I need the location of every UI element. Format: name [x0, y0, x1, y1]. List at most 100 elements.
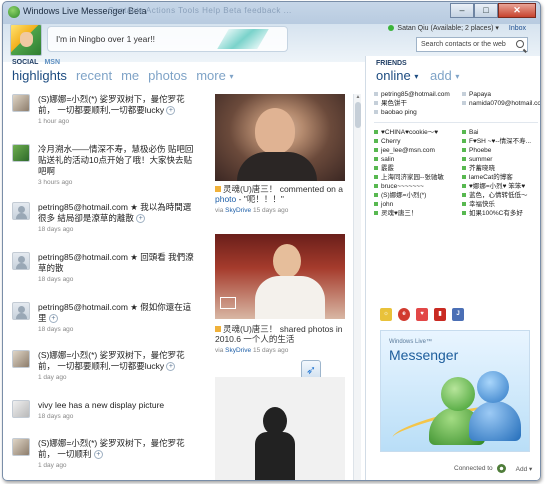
messenger-buddy-green-head: [441, 377, 475, 411]
contact-item[interactable]: salin: [374, 155, 458, 164]
contact-avatar[interactable]: [12, 94, 30, 112]
contact-item[interactable]: Phoebe: [462, 146, 540, 155]
heart-icon[interactable]: ♥: [416, 308, 428, 321]
contact-item[interactable]: 幸福快乐: [462, 200, 540, 209]
shared-photo[interactable]: [215, 377, 345, 480]
tab-more[interactable]: more ▾: [196, 68, 233, 83]
photo-subject-body: [255, 432, 295, 480]
story-photo-link[interactable]: photo: [215, 194, 236, 204]
contact-avatar[interactable]: [12, 350, 30, 368]
contact-avatar[interactable]: [12, 202, 30, 220]
tab-msn[interactable]: MSN: [44, 59, 60, 66]
contact-item[interactable]: Bai: [462, 128, 540, 137]
photo-subject: [263, 407, 287, 435]
contact-item[interactable]: petring85@hotmail.com: [374, 90, 458, 99]
tab-social[interactable]: SOCIAL: [12, 59, 38, 66]
contact-item[interactable]: 果色饼干: [374, 99, 458, 108]
search-input[interactable]: Search contacts or the web: [416, 37, 528, 52]
contact-avatar[interactable]: [12, 302, 30, 320]
contact-item[interactable]: ♥娜娜=小烈♥ 笨笨♥: [462, 182, 540, 191]
expand-icon[interactable]: +: [166, 106, 176, 116]
contact-avatar[interactable]: [12, 144, 30, 162]
bubble-icon[interactable]: e: [398, 308, 410, 321]
contact-item[interactable]: baobao ping: [374, 108, 458, 117]
tab-me[interactable]: me: [121, 68, 139, 83]
contact-item[interactable]: 霰霰: [374, 164, 458, 173]
photo-subject: [255, 108, 295, 154]
feed-text: 冷月溯水——情深不寿，慧极必伤 贴吧回贴送礼的活动10点开始了哦！大家快去贴吧啊: [38, 144, 194, 176]
contact-item[interactable]: 芥蓄晓晓: [462, 164, 540, 173]
expand-icon[interactable]: +: [93, 450, 103, 460]
contact-item[interactable]: 蓝色，心情转低低～: [462, 191, 540, 200]
ad-brand: Windows Live™: [389, 339, 433, 345]
my-avatar[interactable]: [10, 24, 42, 56]
tab-online[interactable]: online ▾: [376, 68, 418, 83]
expand-icon[interactable]: +: [136, 214, 146, 224]
contact-avatar[interactable]: [12, 252, 30, 270]
contact-item[interactable]: ♥CHINA♥cookie～♥: [374, 128, 458, 137]
tab-add[interactable]: add ▾: [430, 68, 459, 83]
service-icon[interactable]: [496, 464, 506, 473]
feed-time: 1 day ago: [38, 462, 67, 469]
presence-menu[interactable]: Satan Qiu (Available; 2 places) ▾: [388, 24, 499, 32]
status-message[interactable]: I'm in Ningbo over 1 year!!: [56, 34, 155, 44]
status-message-box[interactable]: I'm in Ningbo over 1 year!!: [47, 26, 288, 52]
jobs-icon[interactable]: J: [452, 308, 464, 321]
skydrive-link[interactable]: SkyDrive: [225, 207, 251, 214]
skydrive-icon: [215, 326, 221, 332]
friends-panel: FRIENDS online ▾ add ▾ petring85@hotmail…: [365, 56, 540, 480]
contact-item[interactable]: bruce~~~~~~~: [374, 182, 458, 191]
close-button[interactable]: ✕: [498, 3, 536, 18]
expand-icon[interactable]: +: [166, 362, 176, 372]
contact-item[interactable]: 如果100%C有多好: [462, 209, 540, 218]
minimize-button[interactable]: –: [450, 3, 474, 18]
story-author[interactable]: 灵魂(U)唐三！: [223, 184, 277, 194]
feed-scrollbar[interactable]: ▲: [353, 94, 362, 480]
contact-item[interactable]: Cherry: [374, 137, 458, 146]
messenger-buddy-blue: [469, 401, 521, 441]
inbox-link[interactable]: Inbox: [509, 25, 526, 32]
story-via-label: via: [215, 347, 224, 354]
contact-item[interactable]: summer: [462, 155, 540, 164]
social-tabs: SOCIAL MSN: [12, 59, 60, 66]
scroll-up-icon[interactable]: ▲: [354, 94, 362, 101]
app-icons: ☼ e ♥ ▮ J: [380, 308, 464, 321]
contact-item[interactable]: john: [374, 200, 458, 209]
bookmark-icon[interactable]: ▮: [434, 308, 446, 321]
contact-item[interactable]: lameCat的博客: [462, 173, 540, 182]
skydrive-link[interactable]: SkyDrive: [225, 347, 251, 354]
photo-subject-body: [237, 152, 317, 181]
feed-time: 1 hour ago: [38, 118, 70, 125]
contact-item[interactable]: namida0709@hotmail.com: [462, 99, 540, 108]
contact-item[interactable]: (S)娜娜=小烈(*): [374, 191, 458, 200]
tab-highlights[interactable]: highlights: [12, 68, 67, 83]
story-author[interactable]: 灵魂(U)唐三！: [223, 324, 277, 334]
contact-item[interactable]: Papaya: [462, 90, 540, 99]
photo-story: 灵魂(U)唐三！ shared photos in 2010.6 一个人的生活 …: [215, 324, 350, 356]
photo-subject-body: [255, 276, 325, 319]
contact-avatar[interactable]: [12, 438, 30, 456]
contact-item[interactable]: 上海同济家园--张驰敏: [374, 173, 458, 182]
story-via-label: via: [215, 207, 224, 214]
maximize-button[interactable]: □: [474, 3, 498, 18]
contact-item[interactable]: F♥SH ~♥--情深不寿...: [462, 137, 540, 146]
feed-text: petring85@hotmail.com ★ 回頭看 我們潦草的散: [38, 252, 194, 273]
messenger-ad[interactable]: Windows Live™ Messenger: [380, 330, 530, 452]
contact-avatar[interactable]: [12, 400, 30, 418]
user-bar: Satan Qiu (Available; 2 places) ▾ Inbox: [388, 24, 526, 32]
tab-recent[interactable]: recent: [76, 68, 112, 83]
search-placeholder: Search contacts or the web: [421, 41, 506, 48]
faded-menu-bar[interactable]: Contacts Actions Tools Help Beta feedbac…: [108, 6, 292, 15]
contact-item[interactable]: 灵魂♥唐三！: [374, 209, 458, 218]
avatar-face: [20, 32, 33, 47]
light-icon[interactable]: ☼: [380, 308, 392, 321]
scroll-thumb[interactable]: [355, 102, 361, 128]
tab-photos[interactable]: photos: [148, 68, 187, 83]
expand-icon[interactable]: +: [48, 314, 58, 324]
contact-item[interactable]: jee_lee@msn.com: [374, 146, 458, 155]
shared-photo[interactable]: [215, 234, 345, 319]
search-icon[interactable]: [516, 40, 524, 48]
add-service-button[interactable]: Add ▾: [516, 465, 533, 473]
shared-photo[interactable]: [215, 94, 345, 181]
feed-text: vivy lee has a new display picture: [38, 400, 165, 410]
